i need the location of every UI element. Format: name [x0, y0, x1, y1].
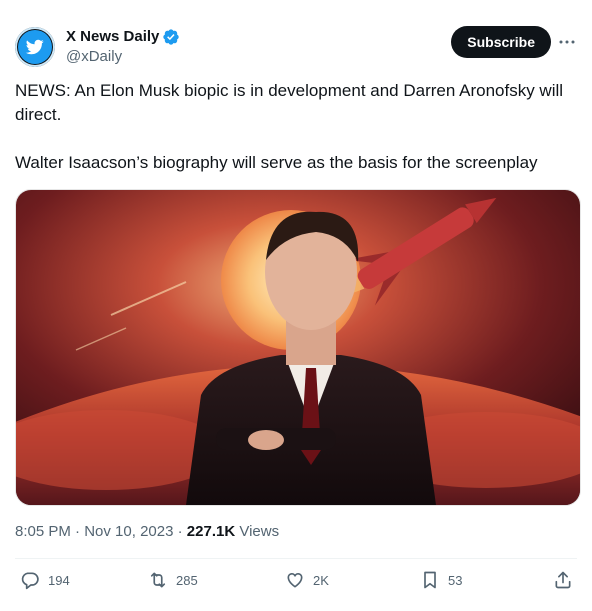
tweet-date[interactable]: Nov 10, 2023	[84, 523, 173, 540]
repost-count: 285	[176, 572, 198, 588]
tweet-paragraph: Walter Isaacson’s biography will serve a…	[15, 153, 538, 172]
bookmark-icon	[424, 571, 436, 589]
bookmark-count: 53	[448, 572, 463, 588]
share-icon	[555, 571, 571, 589]
tweet-media-image[interactable]	[15, 189, 581, 506]
like-button[interactable]: 2K	[285, 570, 329, 590]
views-count: 227.1K	[186, 523, 236, 540]
verified-badge-icon	[163, 29, 180, 45]
divider	[15, 558, 577, 559]
media-illustration	[16, 190, 580, 505]
tweet-time[interactable]: 8:05 PM	[15, 523, 71, 540]
more-dots-icon[interactable]	[557, 32, 577, 52]
action-bar: 194 285 2K 53	[15, 570, 577, 594]
avatar[interactable]	[15, 27, 55, 67]
repost-icon	[150, 572, 166, 588]
reply-count: 194	[48, 572, 70, 588]
reply-icon	[21, 572, 39, 590]
tweet-text: NEWS: An Elon Musk biopic is in developm…	[15, 79, 581, 175]
meta-separator: ·	[70, 523, 85, 540]
repost-button[interactable]: 285	[148, 570, 198, 590]
tweet-meta: 8:05 PM · Nov 10, 2023 · 227.1K Views	[15, 522, 279, 542]
author-names: X News Daily @xDaily	[66, 28, 180, 67]
heart-icon	[287, 572, 303, 588]
reply-button[interactable]: 194	[20, 570, 70, 590]
views-label: Views	[235, 523, 280, 540]
twitter-bird-icon	[25, 39, 44, 55]
handle[interactable]: @xDaily	[66, 47, 180, 67]
tweet-header: X News Daily @xDaily Subscribe	[15, 26, 577, 70]
share-button[interactable]	[553, 570, 573, 590]
bookmark-button[interactable]: 53	[420, 570, 462, 590]
display-name[interactable]: X News Daily	[66, 28, 159, 46]
meta-separator: ·	[173, 523, 187, 540]
tweet-paragraph: NEWS: An Elon Musk biopic is in developm…	[15, 81, 564, 124]
subscribe-button[interactable]: Subscribe	[451, 26, 551, 58]
like-count: 2K	[313, 572, 329, 588]
